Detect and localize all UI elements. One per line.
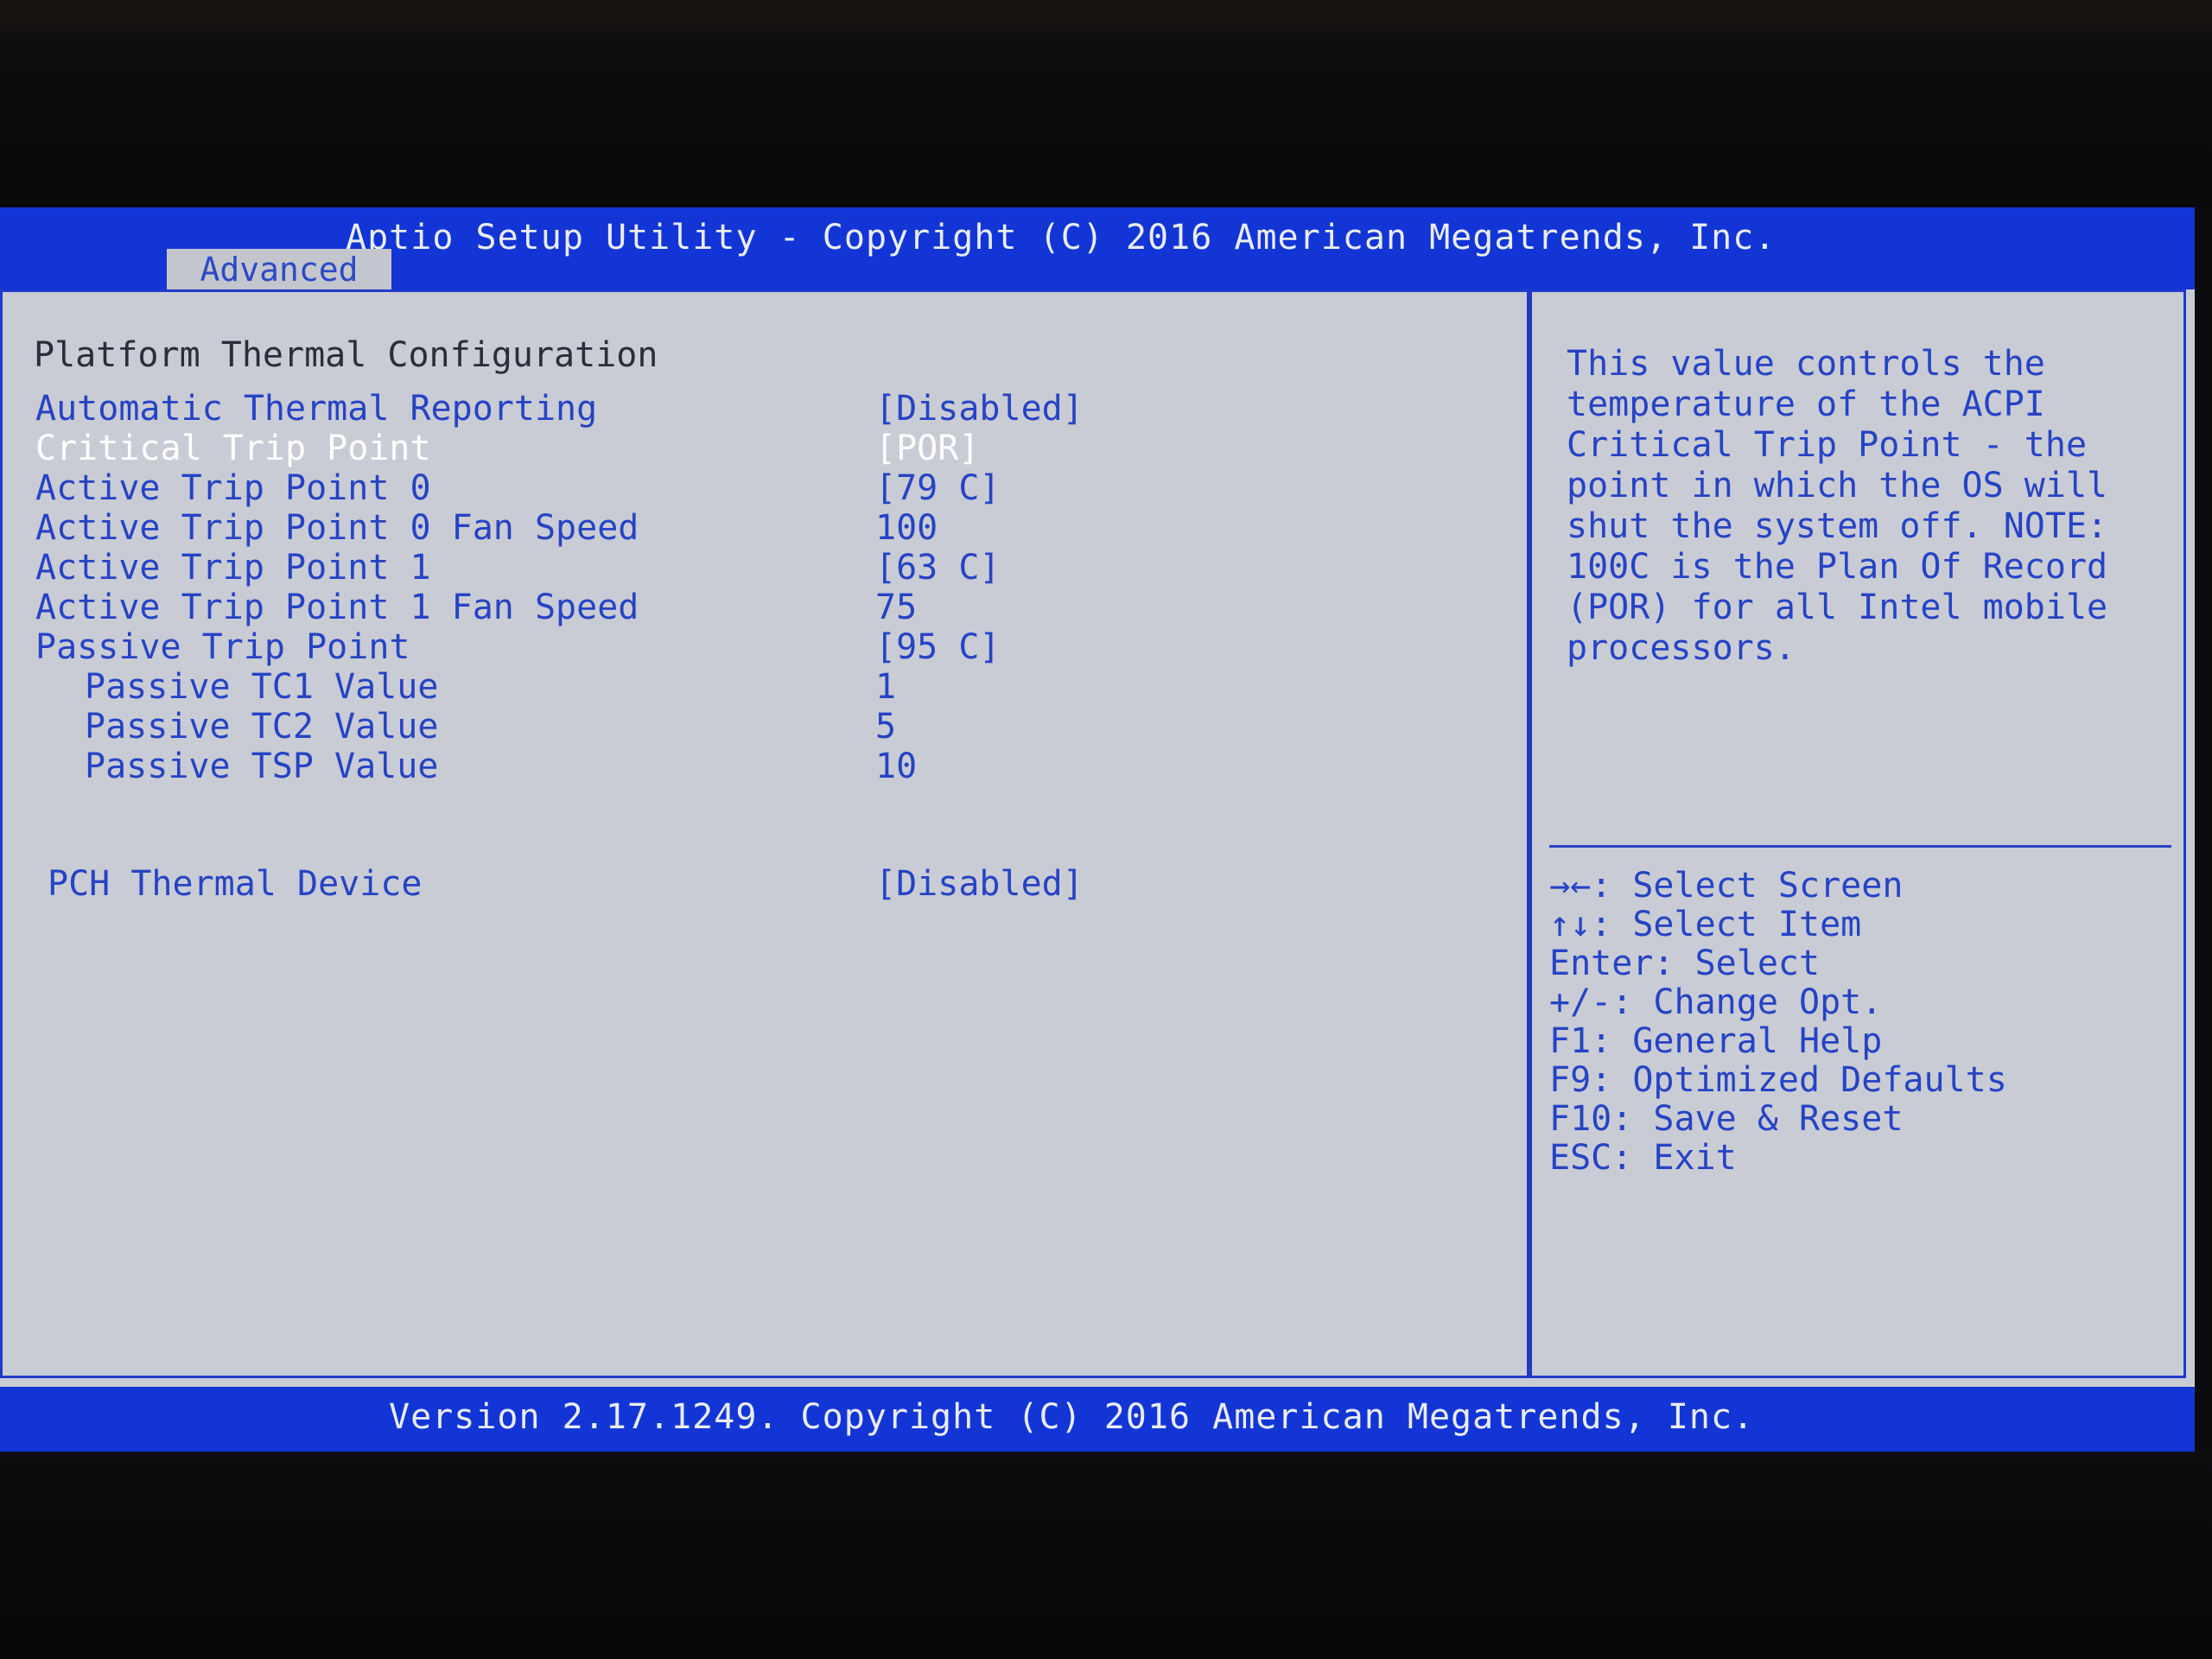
setting-active-trip-point-0-fan-speed[interactable]: Active Trip Point 0 Fan Speed 100 — [3, 508, 1523, 548]
setting-label: Passive TC2 Value — [85, 707, 439, 747]
setting-label: Active Trip Point 0 — [35, 468, 431, 508]
setting-value[interactable]: 75 — [875, 588, 917, 627]
setting-value[interactable]: [63 C] — [875, 548, 1001, 588]
setting-label: Automatic Thermal Reporting — [35, 389, 598, 429]
setting-passive-tc1-value[interactable]: Passive TC1 Value 1 — [3, 667, 1523, 707]
setting-critical-trip-point[interactable]: Critical Trip Point [POR] — [3, 429, 1523, 468]
setting-label: Active Trip Point 1 Fan Speed — [35, 588, 639, 627]
setting-passive-trip-point[interactable]: Passive Trip Point [95 C] — [3, 627, 1523, 667]
setting-active-trip-point-0[interactable]: Active Trip Point 0 [79 C] — [3, 468, 1523, 508]
key-select-item: ↑↓: Select Item — [1549, 905, 1862, 944]
key-optimized-defaults: F9: Optimized Defaults — [1549, 1060, 2007, 1100]
setting-value[interactable]: [95 C] — [875, 627, 1001, 667]
footer-text: Version 2.17.1249. Copyright (C) 2016 Am… — [389, 1397, 1755, 1437]
setting-automatic-thermal-reporting[interactable]: Automatic Thermal Reporting [Disabled] — [3, 389, 1523, 429]
setting-label: Active Trip Point 0 Fan Speed — [35, 508, 639, 548]
settings-panel: Platform Thermal Configuration Automatic… — [0, 289, 1529, 1378]
setting-value[interactable]: 10 — [875, 747, 917, 786]
setting-value[interactable]: 5 — [875, 707, 896, 747]
setting-label: Active Trip Point 1 — [35, 548, 431, 588]
main-area: Platform Thermal Configuration Automatic… — [0, 289, 2195, 1387]
key-exit: ESC: Exit — [1549, 1138, 1737, 1178]
key-select-screen: →←: Select Screen — [1549, 866, 1904, 906]
title-text: Aptio Setup Utility - Copyright (C) 2016… — [346, 218, 1777, 257]
setting-label: Passive TSP Value — [85, 747, 439, 786]
key-general-help: F1: General Help — [1549, 1021, 1883, 1061]
monitor-bezel-top — [0, 0, 2212, 207]
setting-pch-thermal-device[interactable]: PCH Thermal Device [Disabled] — [3, 864, 1523, 904]
setting-label: Critical Trip Point — [35, 429, 431, 468]
setting-value[interactable]: [Disabled] — [875, 864, 1084, 904]
section-title: Platform Thermal Configuration — [34, 335, 658, 375]
setting-value[interactable]: [79 C] — [875, 468, 1001, 508]
setting-value[interactable]: [POR] — [875, 429, 979, 468]
tab-advanced[interactable]: Advanced — [167, 249, 391, 290]
key-save-reset: F10: Save & Reset — [1549, 1099, 1904, 1139]
key-change-opt: +/-: Change Opt. — [1549, 982, 1883, 1022]
bios-screen: Aptio Setup Utility - Copyright (C) 2016… — [0, 207, 2195, 1452]
footer-bar: Version 2.17.1249. Copyright (C) 2016 Am… — [0, 1387, 2195, 1452]
key-enter: Enter: Select — [1549, 944, 1821, 983]
setting-passive-tsp-value[interactable]: Passive TSP Value 10 — [3, 747, 1523, 786]
setting-value[interactable]: 1 — [875, 667, 896, 707]
setting-active-trip-point-1[interactable]: Active Trip Point 1 [63 C] — [3, 548, 1523, 588]
monitor-bezel-bottom — [0, 1452, 2212, 1659]
setting-label: Passive TC1 Value — [85, 667, 439, 707]
help-divider — [1549, 845, 2171, 848]
setting-label: Passive Trip Point — [35, 627, 410, 667]
setting-value[interactable]: 100 — [875, 508, 938, 548]
title-bar: Aptio Setup Utility - Copyright (C) 2016… — [0, 207, 2195, 290]
key-legend: →←: Select Screen ↑↓: Select Item Enter:… — [1549, 867, 2007, 1178]
setting-passive-tc2-value[interactable]: Passive TC2 Value 5 — [3, 707, 1523, 747]
setting-active-trip-point-1-fan-speed[interactable]: Active Trip Point 1 Fan Speed 75 — [3, 588, 1523, 627]
help-text: This value controls the temperature of t… — [1567, 344, 2108, 668]
setting-value[interactable]: [Disabled] — [875, 389, 1084, 429]
help-panel: This value controls the temperature of t… — [1529, 289, 2186, 1378]
setting-label: PCH Thermal Device — [48, 864, 423, 904]
